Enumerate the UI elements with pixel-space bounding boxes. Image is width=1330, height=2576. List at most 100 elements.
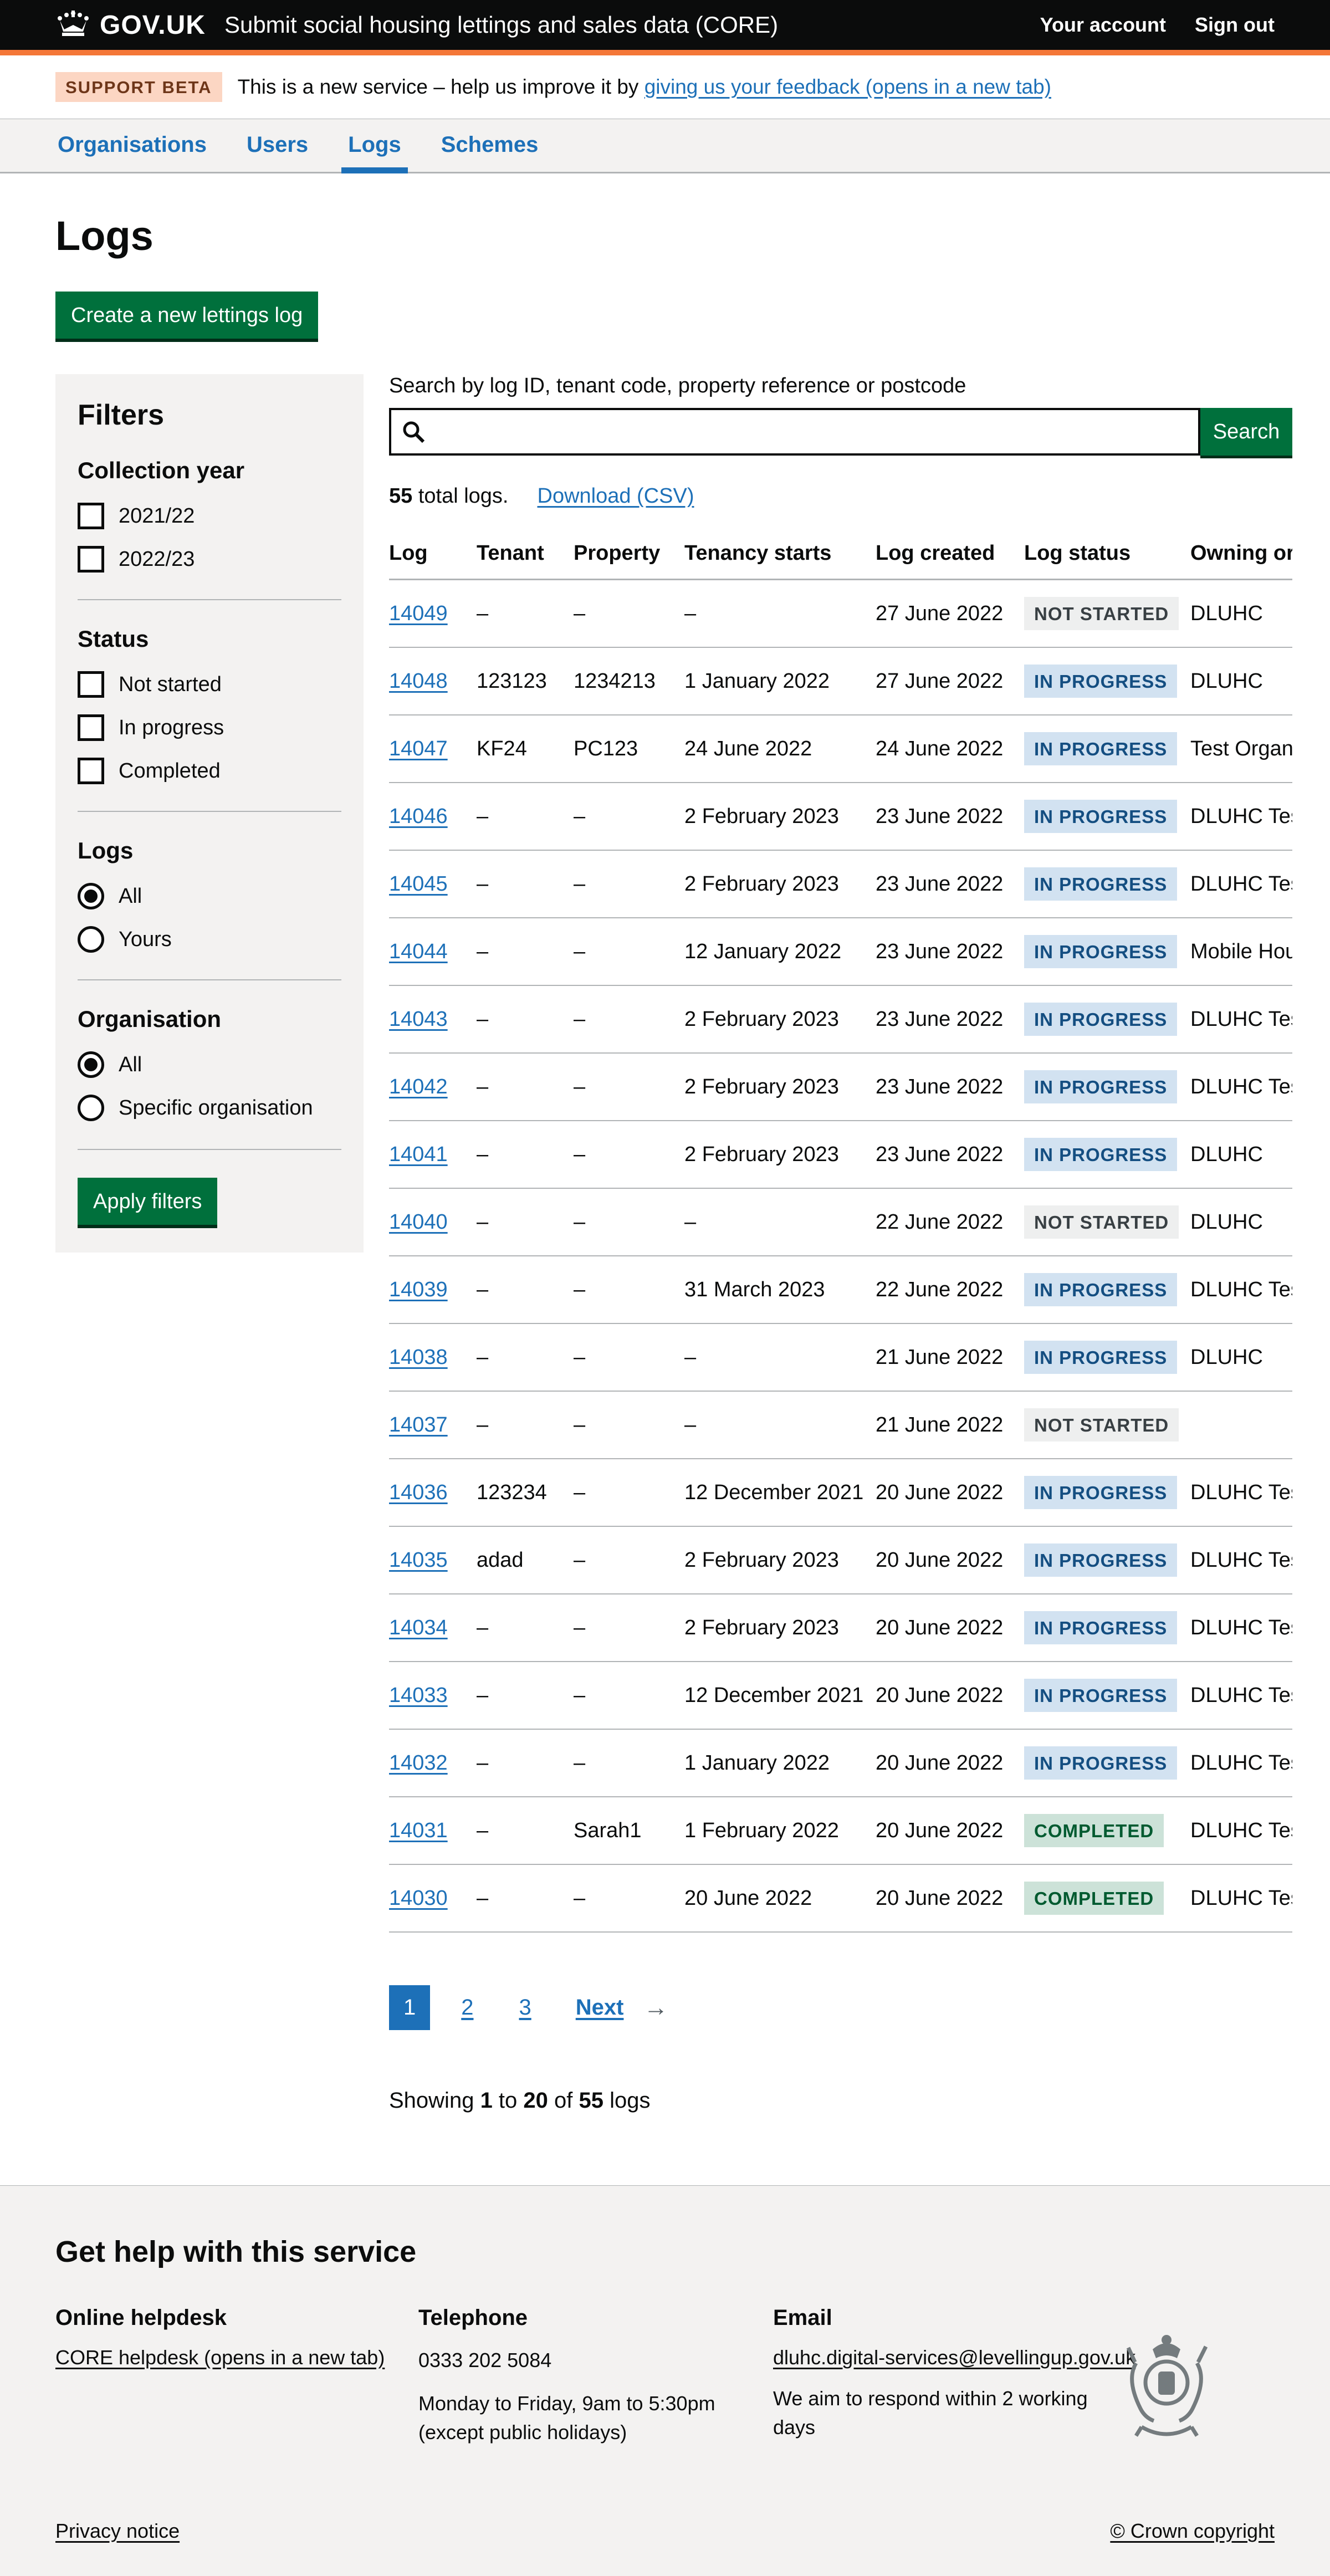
log-id-link[interactable]: 14046 (389, 805, 448, 828)
search-input[interactable] (389, 408, 1200, 456)
filter-group: Status Not started In progress Completed (78, 599, 341, 784)
sign-out-link[interactable]: Sign out (1195, 13, 1275, 37)
nav-item-organisations[interactable]: Organisations (55, 119, 209, 172)
cell-log-created: 22 June 2022 (876, 1188, 1024, 1256)
filter-option-label: In progress (119, 716, 224, 740)
radio-specific-organisation[interactable] (78, 1095, 104, 1121)
table-row: 14034 – – 2 February 2023 20 June 2022 I… (389, 1594, 1292, 1662)
cell-tenant: adad (477, 1526, 574, 1594)
cell-tenant: – (477, 1797, 574, 1864)
pagination-next-link[interactable]: Next (576, 1995, 624, 2020)
log-id-link[interactable]: 14035 (389, 1548, 448, 1572)
pagination-page-link[interactable]: 3 (505, 1985, 546, 2030)
download-csv-link[interactable]: Download (CSV) (538, 484, 694, 508)
radio-all[interactable] (78, 1051, 104, 1078)
log-id-link[interactable]: 14048 (389, 669, 448, 693)
radio-yours[interactable] (78, 926, 104, 953)
log-id-link[interactable]: 14030 (389, 1887, 448, 1910)
header-logo-group[interactable]: GOV.UK Submit social housing lettings an… (55, 10, 778, 40)
royal-crest-icon (1119, 2324, 1214, 2452)
filter-group-options: All Yours (78, 883, 341, 953)
cell-tenancy-starts: 1 January 2022 (684, 1729, 876, 1797)
status-badge: IN PROGRESS (1024, 1070, 1177, 1103)
footer-heading: Get help with this service (55, 2235, 1275, 2269)
log-id-link[interactable]: 14041 (389, 1143, 448, 1166)
filter-option: All (78, 883, 341, 909)
cell-owning-org: Mobile Housing (1190, 918, 1292, 985)
support-beta-tag: SUPPORT BETA (55, 72, 222, 102)
service-name[interactable]: Submit social housing lettings and sales… (224, 12, 778, 38)
cell-tenancy-starts: 1 January 2022 (684, 647, 876, 715)
checkbox-2021-22[interactable] (78, 503, 104, 529)
checkbox-in-progress[interactable] (78, 714, 104, 741)
log-id-link[interactable]: 14037 (389, 1413, 448, 1437)
arrow-right-icon: → (643, 1994, 668, 2022)
cell-log-status: IN PROGRESS (1024, 918, 1190, 985)
your-account-link[interactable]: Your account (1040, 13, 1166, 37)
column-header-tenant: Tenant (477, 530, 574, 580)
cell-log: 14043 (389, 985, 477, 1053)
log-id-link[interactable]: 14045 (389, 872, 448, 896)
log-id-link[interactable]: 14047 (389, 737, 448, 760)
email-link[interactable]: dluhc.digital-services@levellingup.gov.u… (773, 2346, 1135, 2369)
core-helpdesk-link[interactable]: CORE helpdesk (opens in a new tab) (55, 2346, 385, 2369)
feedback-link[interactable]: giving us your feedback (opens in a new … (644, 75, 1051, 98)
cell-tenancy-starts: – (684, 1391, 876, 1459)
log-id-link[interactable]: 14036 (389, 1481, 448, 1504)
create-lettings-log-button[interactable]: Create a new lettings log (55, 292, 318, 339)
checkbox-2022-23[interactable] (78, 546, 104, 573)
cell-tenant: – (477, 1188, 574, 1256)
table-row: 14042 – – 2 February 2023 23 June 2022 I… (389, 1053, 1292, 1121)
pagination-page-link[interactable]: 2 (447, 1985, 488, 2030)
cell-log: 14039 (389, 1256, 477, 1323)
cell-owning-org: DLUHC Test (1190, 1256, 1292, 1323)
cell-log-created: 23 June 2022 (876, 1053, 1024, 1121)
privacy-notice-link[interactable]: Privacy notice (55, 2519, 180, 2543)
log-id-link[interactable]: 14038 (389, 1346, 448, 1369)
checkbox-not-started[interactable] (78, 671, 104, 698)
apply-filters-button[interactable]: Apply filters (78, 1178, 217, 1225)
cell-owning-org: DLUHC Test (1190, 1526, 1292, 1594)
filter-group-title: Organisation (78, 1006, 341, 1033)
status-badge: COMPLETED (1024, 1882, 1164, 1915)
nav-list-item: Schemes (439, 119, 541, 172)
log-id-link[interactable]: 14033 (389, 1684, 448, 1707)
cell-property: – (574, 1594, 684, 1662)
nav-item-logs[interactable]: Logs (346, 119, 403, 172)
checkbox-completed[interactable] (78, 758, 104, 784)
nav-item-users[interactable]: Users (244, 119, 310, 172)
cell-tenancy-starts: 12 January 2022 (684, 918, 876, 985)
cell-owning-org: DLUHC (1190, 1323, 1292, 1391)
log-id-link[interactable]: 14044 (389, 940, 448, 963)
nav-item-schemes[interactable]: Schemes (439, 119, 541, 172)
footer-col-title: Telephone (418, 2306, 773, 2330)
cell-log: 14041 (389, 1121, 477, 1188)
cell-log: 14033 (389, 1662, 477, 1729)
log-id-link[interactable]: 14034 (389, 1616, 448, 1639)
log-id-link[interactable]: 14043 (389, 1008, 448, 1031)
cell-log-status: IN PROGRESS (1024, 1121, 1190, 1188)
log-id-link[interactable]: 14032 (389, 1751, 448, 1775)
search-button[interactable]: Search (1200, 408, 1292, 456)
showing-summary: Showing 1 to 20 of 55 logs (389, 2088, 1292, 2113)
status-badge: IN PROGRESS (1024, 1476, 1177, 1509)
log-id-link[interactable]: 14042 (389, 1075, 448, 1098)
cell-owning-org: DLUHC Test (1190, 1662, 1292, 1729)
pagination-current-page[interactable]: 1 (389, 1985, 430, 2030)
log-id-link[interactable]: 14040 (389, 1210, 448, 1234)
log-id-link[interactable]: 14039 (389, 1278, 448, 1301)
cell-owning-org: DLUHC Test (1190, 1729, 1292, 1797)
log-id-link[interactable]: 14049 (389, 602, 448, 625)
status-badge: IN PROGRESS (1024, 800, 1177, 833)
cell-owning-org: DLUHC Test (1190, 1797, 1292, 1864)
column-header-log: Log (389, 530, 477, 580)
search-box (389, 408, 1200, 456)
log-id-link[interactable]: 14031 (389, 1819, 448, 1842)
crown-copyright-link[interactable]: © Crown copyright (1110, 2519, 1275, 2543)
cell-tenant: – (477, 1864, 574, 1932)
table-row: 14037 – – – 21 June 2022 NOT STARTED (389, 1391, 1292, 1459)
cell-log-created: 23 June 2022 (876, 783, 1024, 850)
radio-all[interactable] (78, 883, 104, 909)
cell-owning-org: DLUHC Test (1190, 1459, 1292, 1526)
status-badge: IN PROGRESS (1024, 1543, 1177, 1577)
